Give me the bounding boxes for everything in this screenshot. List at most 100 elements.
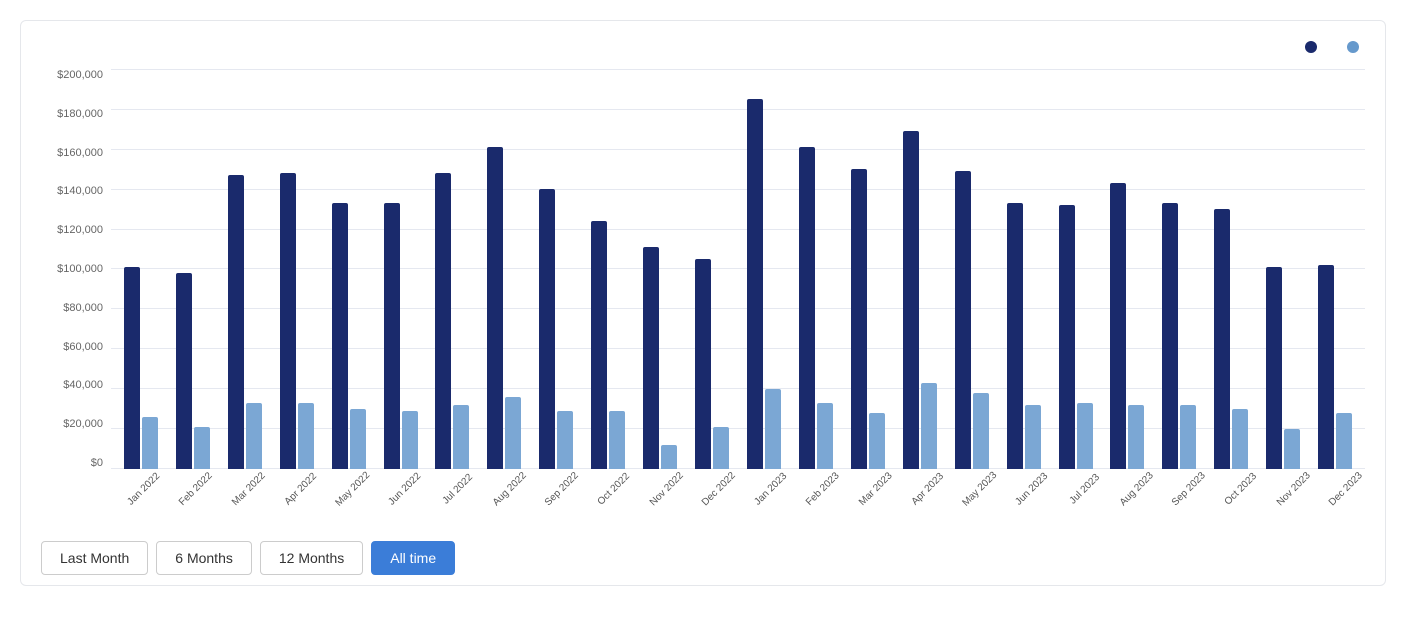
bar-group bbox=[582, 69, 634, 469]
gross-bar bbox=[955, 171, 971, 469]
earnings-chart-container: $0 $20,000 $40,000 $60,000 $80,000 $100,000 $1… bbox=[20, 20, 1386, 586]
bar-group bbox=[478, 69, 530, 469]
gross-bar bbox=[643, 247, 659, 469]
x-axis-label: Dec 2023 bbox=[1323, 467, 1399, 543]
net-bar bbox=[1180, 405, 1196, 469]
net-bar bbox=[194, 427, 210, 469]
gross-bar bbox=[435, 173, 451, 469]
y-axis-label: $160,000 bbox=[41, 147, 111, 159]
net-bar bbox=[1336, 413, 1352, 469]
gross-bar bbox=[280, 173, 296, 469]
gross-bar bbox=[124, 267, 140, 469]
gross-bar bbox=[799, 147, 815, 469]
bar-group bbox=[219, 69, 271, 469]
bar-group bbox=[427, 69, 479, 469]
bar-group bbox=[1205, 69, 1257, 469]
bar-group bbox=[115, 69, 167, 469]
net-bar bbox=[1232, 409, 1248, 469]
y-axis-label: $200,000 bbox=[41, 69, 111, 81]
chart-legend bbox=[1305, 41, 1365, 53]
y-axis-label: $80,000 bbox=[41, 302, 111, 314]
net-bar bbox=[298, 403, 314, 469]
bar-group bbox=[738, 69, 790, 469]
net-bar bbox=[765, 389, 781, 469]
y-axis-label: $60,000 bbox=[41, 341, 111, 353]
gross-bar bbox=[487, 147, 503, 469]
filter-btn-12-months[interactable]: 12 Months bbox=[260, 541, 363, 575]
gross-bar bbox=[695, 259, 711, 469]
filter-btn-6-months[interactable]: 6 Months bbox=[156, 541, 252, 575]
y-axis-label: $20,000 bbox=[41, 418, 111, 430]
filter-btn-all-time[interactable]: All time bbox=[371, 541, 455, 575]
bar-group bbox=[1050, 69, 1102, 469]
net-bar bbox=[921, 383, 937, 469]
filter-btn-last-month[interactable]: Last Month bbox=[41, 541, 148, 575]
net-bar bbox=[713, 427, 729, 469]
bar-group bbox=[323, 69, 375, 469]
y-axis-label: $0 bbox=[41, 457, 111, 469]
bar-group bbox=[998, 69, 1050, 469]
gross-bar bbox=[332, 203, 348, 469]
net-bar bbox=[350, 409, 366, 469]
y-axis-labels: $0 $20,000 $40,000 $60,000 $80,000 $100,000 $1… bbox=[41, 69, 111, 469]
net-bar bbox=[246, 403, 262, 469]
gross-bar bbox=[1059, 205, 1075, 469]
net-profit-dot bbox=[1347, 41, 1359, 53]
bar-group bbox=[1102, 69, 1154, 469]
bar-group bbox=[1153, 69, 1205, 469]
net-bar bbox=[557, 411, 573, 469]
bar-group bbox=[946, 69, 998, 469]
y-axis-label: $120,000 bbox=[41, 224, 111, 236]
bars-container bbox=[111, 69, 1365, 469]
gross-bar bbox=[384, 203, 400, 469]
net-bar bbox=[1025, 405, 1041, 469]
gross-bar bbox=[176, 273, 192, 469]
y-axis-label: $100,000 bbox=[41, 263, 111, 275]
net-bar bbox=[661, 445, 677, 469]
gross-bar bbox=[747, 99, 763, 469]
legend-gross-revenue bbox=[1305, 41, 1323, 53]
legend-net-profit bbox=[1347, 41, 1365, 53]
bar-group bbox=[1309, 69, 1361, 469]
chart-inner bbox=[111, 69, 1365, 469]
gross-bar bbox=[228, 175, 244, 469]
net-bar bbox=[1128, 405, 1144, 469]
bar-group bbox=[530, 69, 582, 469]
filter-buttons: Last Month6 Months12 MonthsAll time bbox=[41, 541, 1365, 575]
gross-bar bbox=[1110, 183, 1126, 469]
net-bar bbox=[609, 411, 625, 469]
net-bar bbox=[505, 397, 521, 469]
net-bar bbox=[402, 411, 418, 469]
net-bar bbox=[1077, 403, 1093, 469]
bar-group bbox=[1257, 69, 1309, 469]
bar-group bbox=[790, 69, 842, 469]
gross-bar bbox=[539, 189, 555, 469]
net-bar bbox=[142, 417, 158, 469]
net-bar bbox=[1284, 429, 1300, 469]
net-bar bbox=[869, 413, 885, 469]
bar-group bbox=[271, 69, 323, 469]
net-bar bbox=[817, 403, 833, 469]
bar-group bbox=[842, 69, 894, 469]
net-bar bbox=[453, 405, 469, 469]
gross-bar bbox=[1266, 267, 1282, 469]
gross-revenue-dot bbox=[1305, 41, 1317, 53]
chart-header bbox=[41, 41, 1365, 53]
gross-bar bbox=[1318, 265, 1334, 469]
bar-group bbox=[375, 69, 427, 469]
chart-area: $0 $20,000 $40,000 $60,000 $80,000 $100,000 $1… bbox=[41, 69, 1365, 529]
x-axis-labels: Jan 2022Feb 2022Mar 2022Apr 2022May 2022… bbox=[111, 474, 1365, 529]
y-axis-label: $180,000 bbox=[41, 108, 111, 120]
bar-group bbox=[634, 69, 686, 469]
bar-group bbox=[686, 69, 738, 469]
gross-bar bbox=[1162, 203, 1178, 469]
y-axis-label: $40,000 bbox=[41, 379, 111, 391]
gross-bar bbox=[1007, 203, 1023, 469]
gross-bar bbox=[591, 221, 607, 469]
gross-bar bbox=[851, 169, 867, 469]
gross-bar bbox=[1214, 209, 1230, 469]
y-axis-label: $140,000 bbox=[41, 185, 111, 197]
gross-bar bbox=[903, 131, 919, 469]
net-bar bbox=[973, 393, 989, 469]
bar-group bbox=[167, 69, 219, 469]
